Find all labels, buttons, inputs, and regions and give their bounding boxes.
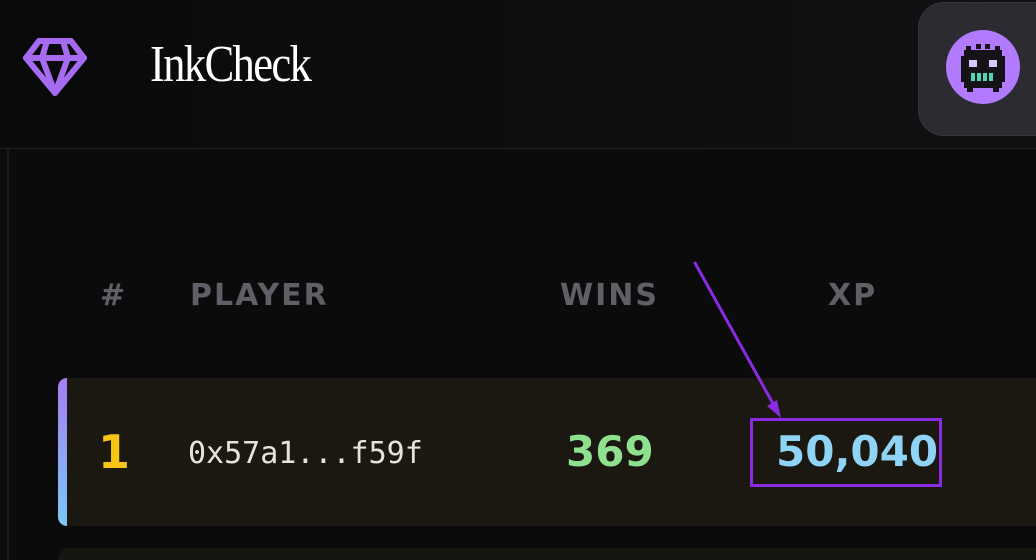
sidebar-divider xyxy=(7,150,9,560)
diamond-icon[interactable] xyxy=(22,36,88,98)
app-title: InkCheck xyxy=(150,36,312,93)
player-address[interactable]: 0x57a1...f59f xyxy=(188,434,423,474)
row-highlight-bar xyxy=(58,378,67,526)
leaderboard-page: InkCheck # PLAYER WINS XP 1 0x57a1...f59… xyxy=(0,0,1036,560)
column-header-xp: XP xyxy=(828,278,878,313)
column-header-wins: WINS xyxy=(560,278,659,313)
column-header-rank: # xyxy=(100,278,128,313)
pixel-monster-icon[interactable] xyxy=(946,30,1020,104)
wins-value: 369 xyxy=(566,427,654,476)
table-row[interactable] xyxy=(58,548,1036,560)
top-bar: InkCheck xyxy=(0,0,1036,149)
column-header-player: PLAYER xyxy=(190,278,329,313)
rank-value: 1 xyxy=(98,425,131,479)
annotation-highlight-box xyxy=(750,418,942,487)
